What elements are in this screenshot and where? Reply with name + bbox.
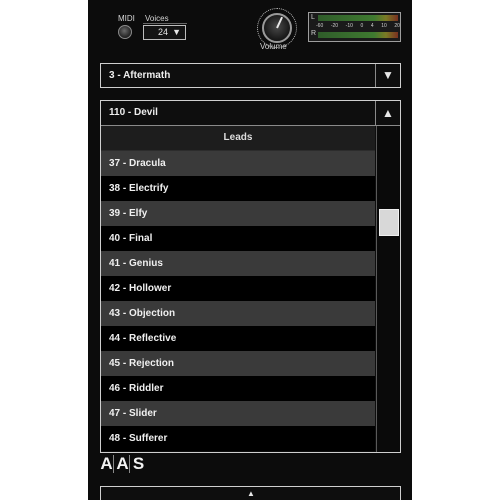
preset-list-item[interactable]: 44 - Reflective xyxy=(101,326,375,351)
meter-tick: -20 xyxy=(330,23,339,29)
bank-dropdown[interactable]: 3 - Aftermath ▼ xyxy=(100,63,401,88)
bank-dropdown-value: 3 - Aftermath xyxy=(109,70,171,81)
meter-right-bar xyxy=(318,32,398,38)
preset-dropdown[interactable]: 110 - Devil ▲ Leads 37 - Dracula 38 - El… xyxy=(100,100,401,453)
preset-list-item[interactable]: 37 - Dracula xyxy=(101,151,375,176)
voices-label: Voices xyxy=(143,14,187,24)
preset-category-header: Leads xyxy=(101,126,375,151)
meter-tick: 4 xyxy=(370,23,374,29)
logo-letter: A xyxy=(116,454,130,473)
preset-list-item[interactable]: 45 - Rejection xyxy=(101,351,375,376)
plugin-panel: MIDI Voices 24 ▼ Volume L -60 -20 -10 0 … xyxy=(88,0,412,500)
bottom-panel-toggle[interactable]: ▲ xyxy=(100,486,401,500)
level-meter: L -60 -20 -10 0 4 10 20 R xyxy=(308,12,401,42)
meter-right-label: R xyxy=(311,30,317,37)
preset-list: Leads 37 - Dracula 38 - Electrify 39 - E… xyxy=(101,126,375,452)
logo-letter: S xyxy=(132,454,145,473)
midi-indicator-icon xyxy=(118,25,132,39)
meter-tick: -60 xyxy=(316,23,324,29)
logo-letter: A xyxy=(100,454,114,473)
triangle-down-icon[interactable]: ▼ xyxy=(375,64,400,87)
preset-list-item[interactable]: 38 - Electrify xyxy=(101,176,375,201)
meter-left-bar xyxy=(318,15,398,21)
meter-tick: 20 xyxy=(394,23,400,29)
voices-dropdown[interactable]: 24 ▼ xyxy=(143,25,186,40)
triangle-up-icon[interactable]: ▲ xyxy=(375,101,400,125)
preset-list-item[interactable]: 46 - Riddler xyxy=(101,376,375,401)
preset-list-item[interactable]: 47 - Slider xyxy=(101,401,375,426)
meter-tick: 0 xyxy=(360,23,364,29)
scrollbar-thumb[interactable] xyxy=(379,209,399,236)
preset-dropdown-value: 110 - Devil xyxy=(109,107,158,118)
preset-list-item[interactable]: 40 - Final xyxy=(101,226,375,251)
preset-list-item[interactable]: 41 - Genius xyxy=(101,251,375,276)
volume-label: Volume xyxy=(260,42,287,51)
preset-list-scrollbar[interactable] xyxy=(376,126,400,452)
preset-list-item[interactable]: 42 - Hollower xyxy=(101,276,375,301)
meter-tick: 10 xyxy=(381,23,387,29)
preset-list-item[interactable]: 48 - Sufferer xyxy=(101,426,375,451)
preset-dropdown-header[interactable]: 110 - Devil ▲ xyxy=(101,101,400,126)
voices-value: 24 xyxy=(158,27,169,37)
preset-list-item[interactable]: 43 - Objection xyxy=(101,301,375,326)
aas-logo: A A S xyxy=(100,455,145,473)
meter-tick: -10 xyxy=(345,23,353,29)
midi-label: MIDI xyxy=(118,14,135,23)
triangle-up-icon: ▲ xyxy=(247,489,255,498)
meter-scale: -60 -20 -10 0 4 10 20 xyxy=(316,23,400,29)
preset-list-item[interactable]: 39 - Elfy xyxy=(101,201,375,226)
triangle-down-icon: ▼ xyxy=(172,27,181,37)
meter-left-label: L xyxy=(311,14,315,21)
